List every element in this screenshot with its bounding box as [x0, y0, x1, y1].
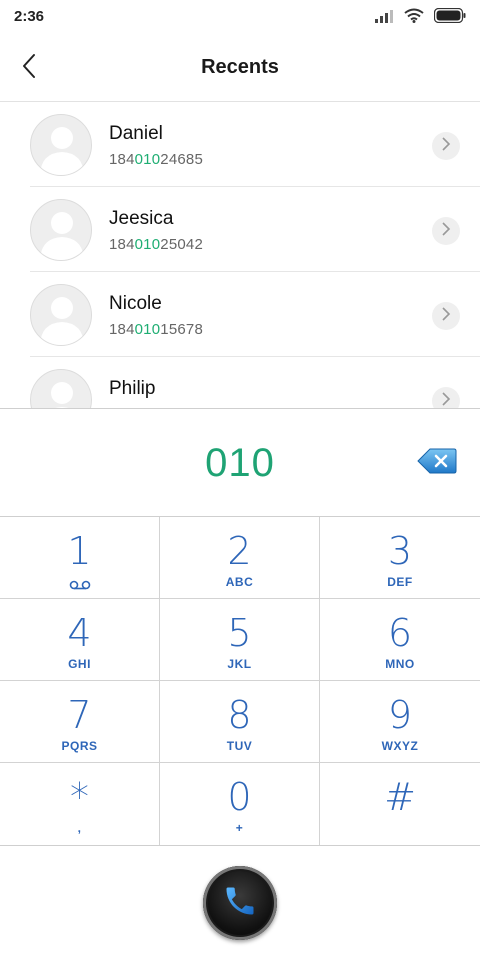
- key-letters: PQRS: [61, 739, 98, 753]
- key-1[interactable]: 1: [0, 517, 160, 599]
- chevron-right-icon: [441, 391, 451, 409]
- key-digit: 0: [227, 775, 252, 819]
- contact-detail-button[interactable]: [432, 387, 460, 408]
- key-digit: 7: [67, 693, 92, 737]
- key-letters: JKL: [227, 657, 252, 671]
- key-digit: 3: [387, 529, 413, 573]
- contact-name: Daniel: [109, 123, 163, 144]
- contact-detail-button[interactable]: [432, 217, 460, 245]
- key-8[interactable]: 8 TUV: [160, 681, 320, 763]
- key-6[interactable]: 6 MNO: [320, 599, 480, 681]
- key-digit: 2: [227, 529, 252, 573]
- keypad: 1 2 ABC 3 DEF 4 GHI 5 JKL 6 MNO 7 PQRS 8…: [0, 516, 480, 846]
- voicemail-icon: [69, 577, 91, 595]
- contact-name: Jeesica: [109, 208, 174, 229]
- call-button[interactable]: [203, 866, 277, 940]
- key-letters: MNO: [385, 657, 415, 671]
- number-match: 010: [134, 151, 161, 168]
- key-letters: WXYZ: [381, 739, 419, 753]
- contact-row[interactable]: Daniel 18401024685: [0, 102, 480, 187]
- chevron-right-icon: [441, 221, 451, 241]
- number-match: 010: [134, 321, 161, 338]
- key-digit: 8: [227, 693, 252, 737]
- page-title: Recents: [201, 56, 279, 78]
- key-0[interactable]: 0 +: [160, 763, 320, 845]
- status-icons: [374, 7, 466, 28]
- key-5[interactable]: 5 JKL: [160, 599, 320, 681]
- key-2[interactable]: 2 ABC: [160, 517, 320, 599]
- key-digit: 6: [387, 611, 413, 655]
- key-letters: ABC: [225, 575, 254, 589]
- key-digit: 5: [227, 611, 252, 655]
- chevron-right-icon: [441, 306, 451, 326]
- avatar: [30, 284, 92, 346]
- contact-number: 18401025042: [109, 236, 203, 253]
- key-3[interactable]: 3 DEF: [320, 517, 480, 599]
- dialed-number: 010: [205, 441, 275, 485]
- contact-row[interactable]: Philip: [0, 357, 480, 408]
- phone-icon: [222, 883, 258, 924]
- key-letters: TUV: [226, 739, 253, 753]
- wifi-icon: [404, 8, 424, 28]
- contact-number: 18401015678: [109, 321, 203, 338]
- call-area: [0, 846, 480, 960]
- contact-name: Nicole: [109, 293, 162, 314]
- chevron-right-icon: [441, 136, 451, 156]
- contact-number: 18401024685: [109, 151, 203, 168]
- contact-detail-button[interactable]: [432, 132, 460, 160]
- key-digit: *: [70, 775, 89, 819]
- key-letters: GHI: [68, 657, 91, 671]
- key-digit: #: [384, 775, 416, 819]
- contact-row[interactable]: Jeesica 18401025042: [0, 187, 480, 272]
- contact-detail-button[interactable]: [432, 302, 460, 330]
- dial-display: 010: [0, 408, 480, 516]
- recents-list[interactable]: Daniel 18401024685 Jeesica 18401025042 N…: [0, 102, 480, 408]
- signal-icon: [374, 9, 394, 28]
- status-bar: 2:36: [0, 0, 480, 34]
- key-letters: +: [235, 821, 244, 835]
- avatar: [30, 369, 92, 408]
- contact-name: Philip: [109, 378, 156, 399]
- key-digit: 9: [387, 693, 413, 737]
- avatar: [30, 114, 92, 176]
- key-letters: ,: [77, 821, 82, 835]
- battery-icon: [433, 7, 466, 28]
- key-digit: 1: [67, 529, 92, 573]
- avatar: [30, 199, 92, 261]
- key-4[interactable]: 4 GHI: [0, 599, 160, 681]
- key-9[interactable]: 9 WXYZ: [320, 681, 480, 763]
- backspace-icon: [416, 448, 458, 481]
- header: Recents: [0, 34, 480, 102]
- key-digit: 4: [67, 611, 92, 655]
- backspace-button[interactable]: [416, 445, 458, 477]
- key-letters: DEF: [387, 575, 413, 589]
- contact-row[interactable]: Nicole 18401015678: [0, 272, 480, 357]
- key-hash[interactable]: #: [320, 763, 480, 845]
- key-7[interactable]: 7 PQRS: [0, 681, 160, 763]
- number-match: 010: [134, 236, 161, 253]
- key-star[interactable]: * ,: [0, 763, 160, 845]
- status-time: 2:36: [14, 8, 45, 25]
